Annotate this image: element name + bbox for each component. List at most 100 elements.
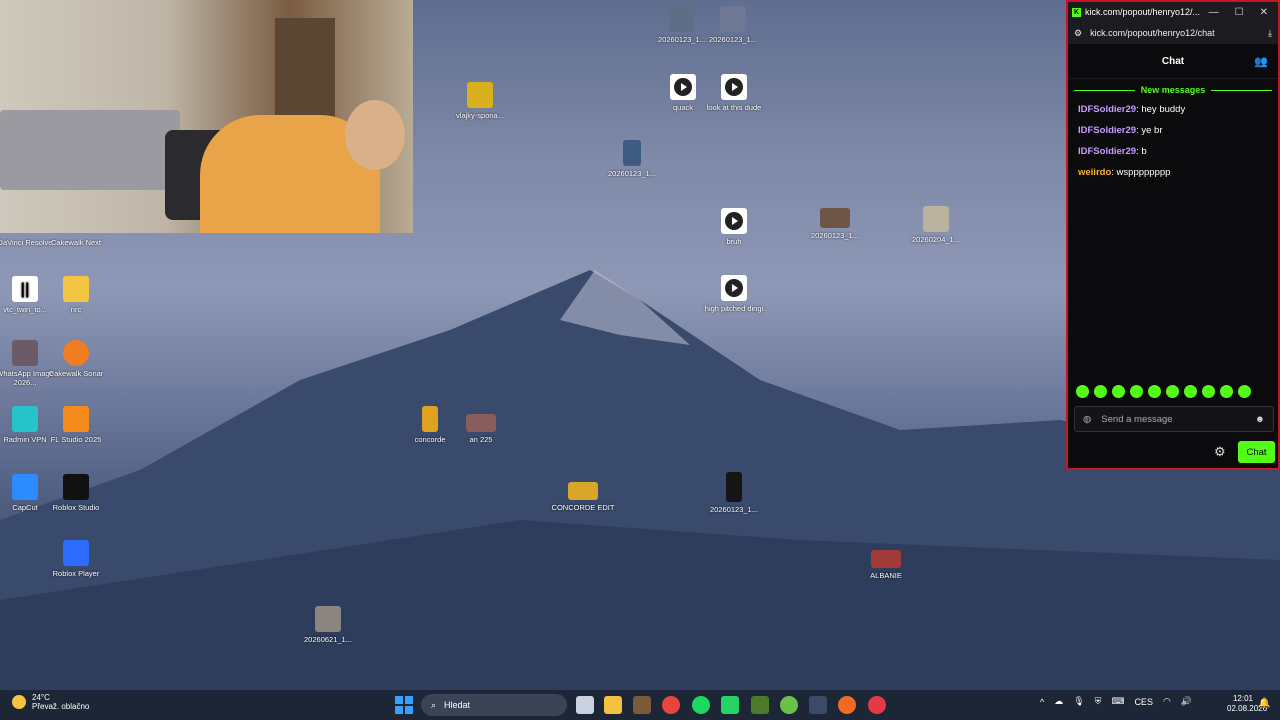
desktop-icon-label: CapCut (12, 503, 38, 512)
video-icon (466, 414, 496, 432)
desktop-icon-concorde-edit[interactable]: CONCORDE EDIT (551, 482, 615, 512)
search-icon: ⌕ (431, 699, 437, 710)
capcut-icon (12, 474, 38, 500)
emote-icon[interactable] (1112, 385, 1125, 398)
url-bar[interactable]: ⚙ kick.com/popout/henryo12/chat ⤓ (1068, 22, 1278, 44)
chrome-icon[interactable] (662, 696, 680, 714)
app-icon[interactable] (868, 696, 886, 714)
emote-icon[interactable] (1130, 385, 1143, 398)
app-icon[interactable] (838, 696, 856, 714)
desktop-icon-img-2[interactable]: 20260123_1... (701, 6, 765, 44)
volume-icon[interactable]: 🔊 (1181, 696, 1192, 707)
chat-username[interactable]: IDFSoldier29 (1078, 146, 1136, 157)
shield-icon[interactable]: ⛨ (1095, 696, 1102, 707)
desktop-icon-bruh[interactable]: bruh (702, 208, 766, 246)
search-placeholder: Hledat (444, 700, 471, 710)
taskbar-search[interactable]: ⌕ Hledat (421, 694, 567, 716)
system-tray: ^ ☁ 🎙 ⛨ ⌨ CES ◠ 🔊 (1040, 696, 1192, 707)
emote-icon[interactable] (1202, 385, 1215, 398)
language-indicator[interactable]: CES (1134, 697, 1153, 707)
desktop-icon-label: ALBANIE (870, 571, 902, 580)
desktop-icon-img-5[interactable]: 20260123_1... (702, 472, 766, 514)
chat-message: IDFSoldier29: b (1068, 141, 1278, 162)
desktop-icon-nrc[interactable]: nrc (44, 276, 108, 314)
video-icon (568, 482, 598, 500)
cakewalk-icon (63, 340, 89, 366)
chat-text: hey buddy (1138, 104, 1186, 115)
chat-username[interactable]: IDFSoldier29 (1078, 104, 1136, 115)
clock-date: 02.08.2026 (1227, 704, 1268, 713)
emote-icon[interactable] (1220, 385, 1233, 398)
download-icon[interactable]: ⤓ (1268, 28, 1272, 39)
desktop-icon-roblox-studio[interactable]: Roblox Studio (44, 474, 108, 512)
emote-icon[interactable] (1148, 385, 1161, 398)
kick-logo-icon: K (1072, 7, 1081, 17)
desktop-icon-label: Cakewalk Next (50, 238, 102, 247)
send-chat-button[interactable]: Chat (1238, 441, 1275, 463)
chat-text: wspppppppp (1113, 167, 1171, 178)
start-button[interactable] (395, 696, 413, 714)
desktop-icon-an225[interactable]: an 225 (449, 414, 513, 444)
desktop-icon-cakewalk-sonar[interactable]: Cakewalk Sonar (44, 340, 108, 378)
emote-icon[interactable] (1238, 385, 1251, 398)
new-messages-label: New messages (1140, 85, 1206, 95)
minecraft-icon[interactable] (751, 696, 769, 714)
video-icon (820, 208, 850, 228)
emote-icon[interactable] (1184, 385, 1197, 398)
app-icon[interactable] (780, 696, 798, 714)
weather-widget[interactable]: 24°C Převaž. oblačno (12, 693, 89, 711)
chat-username[interactable]: weiirdo (1078, 167, 1111, 178)
desktop-icon-roblox-player[interactable]: Roblox Player (44, 540, 108, 578)
desktop-icon-label: FL Studio 2025 (50, 435, 102, 444)
emoji-icon[interactable]: ☻ (1255, 414, 1265, 425)
users-icon[interactable]: 👥 (1254, 55, 1268, 68)
weather-temp: 24°C (32, 693, 50, 702)
url-text: kick.com/popout/henryo12/chat (1090, 28, 1215, 38)
audio-icon (670, 74, 696, 100)
gear-icon[interactable]: ⚙ (1214, 444, 1226, 460)
emote-icon[interactable] (1166, 385, 1179, 398)
maximize-icon[interactable]: ☐ (1235, 7, 1244, 18)
mic-icon[interactable]: 🎙 (1073, 696, 1084, 707)
desktop-icon-img-4[interactable]: 20260204_1... (904, 206, 968, 244)
new-messages-divider[interactable]: New messages (1068, 79, 1278, 99)
desktop-icon-look-at-this-dude[interactable]: look at this dude (702, 74, 766, 112)
message-input[interactable]: ◍ Send a message ☻ (1074, 406, 1274, 432)
chat-username[interactable]: IDFSoldier29 (1078, 125, 1136, 136)
site-settings-icon[interactable]: ⚙ (1074, 28, 1082, 39)
app-icon[interactable] (809, 696, 827, 714)
clock[interactable]: 12:01 02.08.2026 (1227, 694, 1268, 714)
keyboard-icon[interactable]: ⌨ (1111, 696, 1124, 707)
chevron-up-icon[interactable]: ^ (1040, 697, 1044, 707)
streamer-head (345, 100, 405, 170)
desktop-icon-flstudio[interactable]: FL Studio 2025 (44, 406, 108, 444)
app-icon[interactable] (633, 696, 651, 714)
notification-icon[interactable]: 🔔 (1258, 698, 1270, 709)
desktop-icon-img-6[interactable]: 20260621_1... (296, 606, 360, 644)
emote-icon[interactable] (1076, 385, 1089, 398)
wifi-icon[interactable]: ◠ (1163, 696, 1171, 707)
taskbar: 24°C Převaž. oblačno ⌕ Hledat ^ ☁ 🎙 ⛨ ⌨ … (0, 690, 1280, 720)
spotify-icon[interactable] (692, 696, 710, 714)
emote-icon[interactable] (1094, 385, 1107, 398)
whatsapp-icon[interactable] (721, 696, 739, 714)
desktop-icon-label: 20260123_1... (658, 35, 706, 44)
close-icon[interactable]: ✕ (1260, 7, 1268, 18)
image-icon (12, 340, 38, 366)
cloud-icon[interactable]: ☁ (1054, 696, 1063, 707)
chat-message: weiirdo: wspppppppp (1068, 162, 1278, 183)
weather-icon (12, 695, 26, 709)
window-title: kick.com/popout/henryo12/... (1085, 7, 1201, 17)
desktop-icon-label: look at this dude (706, 103, 762, 112)
desktop-icon-vlajky[interactable]: vlajky-spona... (448, 82, 512, 120)
desktop-icon-img-3[interactable]: 20260123_1... (600, 140, 664, 178)
audio-icon (721, 74, 747, 100)
desktop-icon-cakewalk-next[interactable]: Cakewalk Next (44, 238, 108, 247)
minimize-icon[interactable]: — (1209, 7, 1219, 18)
file-explorer-icon[interactable] (604, 696, 622, 714)
task-view-icon[interactable] (576, 696, 594, 714)
desktop-icon-video-1[interactable]: 20260123_1... (803, 208, 867, 240)
flstudio-icon (63, 406, 89, 432)
desktop-icon-high-pitched[interactable]: high pitched dingi (702, 275, 766, 313)
desktop-icon-albanie[interactable]: ALBANIE (854, 550, 918, 580)
